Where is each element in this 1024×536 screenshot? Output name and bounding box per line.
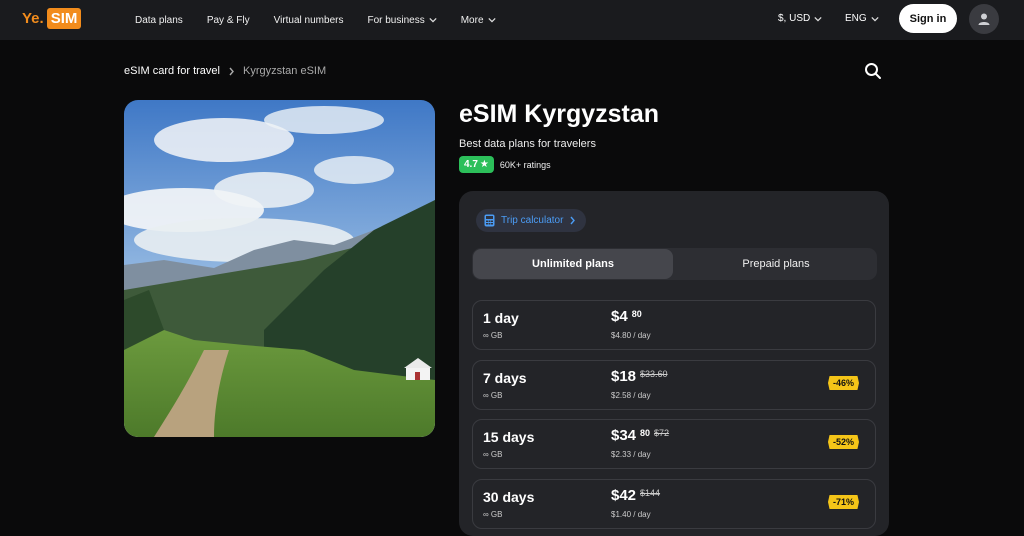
nav-more-label: More [460, 14, 484, 26]
plan-duration: 30 days [483, 489, 535, 505]
plan-old-price: $144 [640, 488, 661, 498]
currency-label: $, USD [778, 13, 811, 24]
plan-price: $18 $33.60 [611, 368, 668, 385]
nav-for-business[interactable]: For business [367, 14, 437, 26]
plan-price-main: $18 [611, 368, 637, 385]
plan-old-price: $33.60 [640, 369, 668, 379]
plan-card-15-days[interactable]: 15 days ∞ GB $34 80 $72 $2.33 / day -52% [472, 419, 876, 469]
tab-unlimited-plans[interactable]: Unlimited plans [473, 249, 673, 279]
plan-price-per-day: $2.33 / day [611, 450, 651, 459]
plan-price: $42 $144 [611, 487, 660, 504]
breadcrumb: eSIM card for travel Kyrgyzstan eSIM [124, 65, 326, 77]
chevron-down-icon [871, 16, 879, 21]
plan-price: $34 80 $72 [611, 427, 669, 444]
nav-virtual-numbers[interactable]: Virtual numbers [274, 15, 344, 26]
plan-price-main: $4 [611, 308, 628, 325]
chevron-down-icon [487, 17, 496, 23]
trip-calculator-label: Trip calculator [501, 215, 564, 226]
plan-data-amount: ∞ GB [483, 391, 503, 400]
plan-price-per-day: $4.80 / day [611, 331, 651, 340]
top-navigation-bar: Ye. SIM Data plans Pay & Fly Virtual num… [0, 0, 1024, 40]
yesim-logo[interactable]: Ye. SIM [22, 8, 82, 29]
plan-card-30-days[interactable]: 30 days ∞ GB $42 $144 $1.40 / day -71% [472, 479, 876, 529]
plan-price: $4 80 [611, 308, 642, 325]
plan-price-cents: 80 [640, 428, 651, 438]
discount-badge: -46% [827, 376, 859, 390]
plan-duration: 15 days [483, 429, 535, 445]
plan-data-amount: ∞ GB [483, 331, 503, 340]
plan-duration: 1 day [483, 310, 519, 326]
chevron-right-icon [570, 216, 576, 225]
plans-panel: Trip calculator Unlimited plans Prepaid … [459, 191, 889, 536]
plan-price-cents: 80 [631, 309, 642, 319]
star-icon: ★ [479, 159, 489, 170]
nav-for-business-label: For business [367, 14, 425, 26]
rating-badge: 4.7 ★ [459, 156, 494, 173]
user-avatar-button[interactable] [969, 4, 999, 34]
currency-selector[interactable]: $, USD [778, 13, 822, 24]
nav-data-plans-label: Data plans [135, 14, 183, 26]
nav-data-plans[interactable]: Data plans [135, 15, 183, 26]
plan-duration: 7 days [483, 370, 527, 386]
search-icon[interactable] [864, 62, 882, 80]
discount-badge: -52% [827, 435, 859, 449]
discount-badge: -71% [827, 495, 859, 509]
breadcrumb-current: Kyrgyzstan eSIM [242, 65, 327, 77]
nav-pay-and-fly[interactable]: Pay & Fly [207, 15, 250, 26]
calculator-icon [484, 214, 495, 227]
tab-prepaid-plans[interactable]: Prepaid plans [676, 249, 876, 279]
nav-virtual-numbers-label: Virtual numbers [273, 14, 344, 26]
breadcrumb-esim-card-for-travel[interactable]: eSIM card for travel [124, 65, 220, 77]
page-title: eSIM Kyrgyzstan [459, 100, 660, 128]
chevron-down-icon [429, 17, 437, 23]
plan-price-main: $42 [611, 487, 637, 504]
page-subtitle: Best data plans for travelers [459, 138, 596, 150]
language-selector[interactable]: ENG [845, 13, 879, 24]
logo-sim-text: SIM [46, 8, 82, 29]
landscape-illustration [124, 100, 435, 437]
chevron-right-icon [229, 67, 234, 75]
user-icon [978, 13, 990, 25]
plan-data-amount: ∞ GB [483, 450, 503, 459]
plan-price-per-day: $2.58 / day [611, 391, 651, 400]
plan-price-per-day: $1.40 / day [611, 510, 651, 519]
plan-price-main: $34 [611, 427, 637, 444]
language-label: ENG [845, 13, 867, 24]
plan-data-amount: ∞ GB [483, 510, 503, 519]
plan-card-1-day[interactable]: 1 day ∞ GB $4 80 $4.80 / day [472, 300, 876, 350]
logo-ye-text: Ye. [22, 10, 44, 27]
rating-value: 4.7 [464, 159, 478, 170]
kyrgyzstan-landscape-image [124, 100, 435, 437]
chevron-down-icon [814, 16, 822, 21]
nav-more[interactable]: More [461, 15, 496, 26]
ratings-count: 60K+ ratings [499, 159, 551, 170]
sign-in-button[interactable]: Sign in [899, 4, 957, 33]
plan-old-price: $72 [654, 428, 670, 438]
plan-type-tabs: Unlimited plans Prepaid plans [472, 248, 877, 280]
main-nav: Data plans Pay & Fly Virtual numbers For… [135, 0, 496, 40]
trip-calculator-button[interactable]: Trip calculator [476, 209, 587, 232]
nav-pay-and-fly-label: Pay & Fly [206, 14, 250, 26]
plan-card-7-days[interactable]: 7 days ∞ GB $18 $33.60 $2.58 / day -46% [472, 360, 876, 410]
rating-row: 4.7 ★ 60K+ ratings [459, 156, 551, 173]
